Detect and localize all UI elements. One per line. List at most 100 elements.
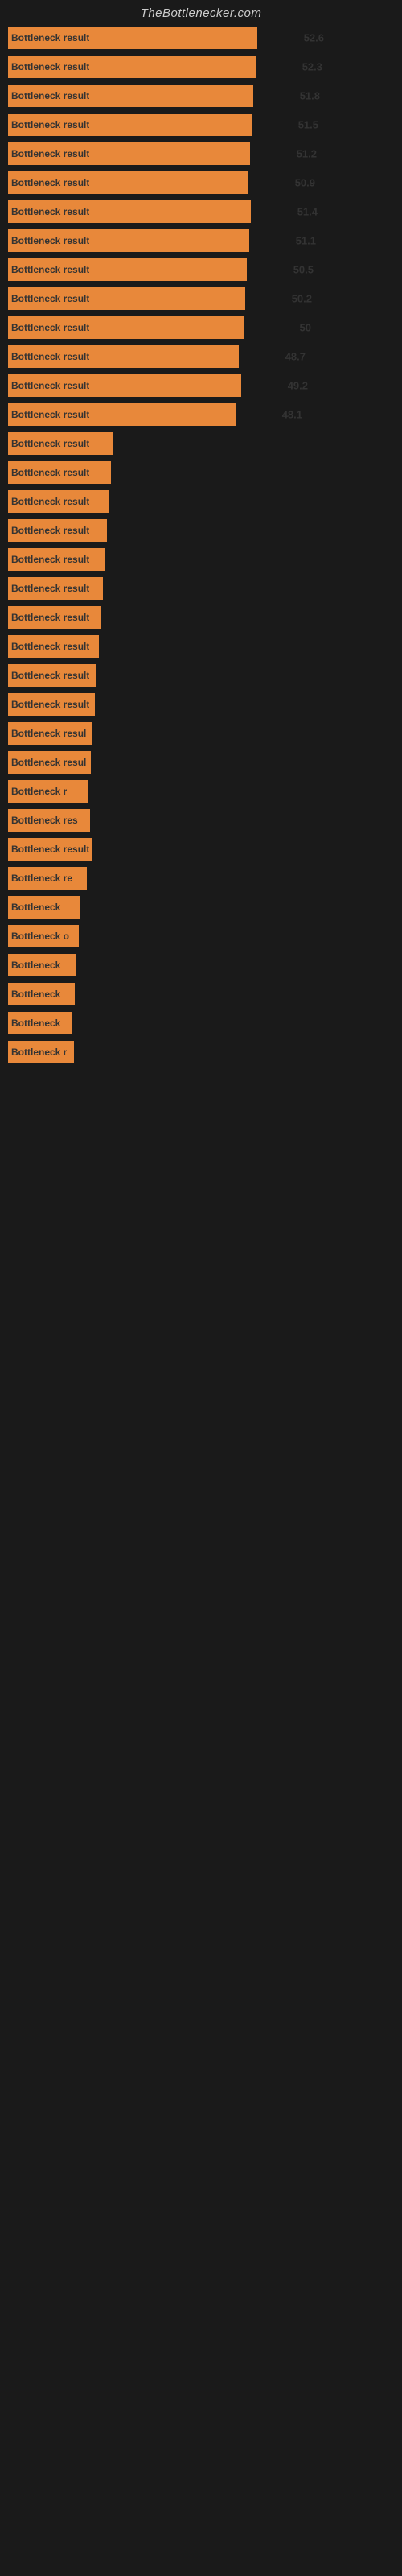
bar-fill: Bottleneck result bbox=[8, 432, 113, 455]
bar-label: Bottleneck result bbox=[11, 699, 89, 710]
bar-row: Bottleneck result 52.6 bbox=[0, 23, 402, 52]
bar-fill: Bottleneck result bbox=[8, 287, 245, 310]
bar-value: 49.2 bbox=[288, 380, 308, 392]
bar-fill: Bottleneck bbox=[8, 1012, 72, 1034]
bar-value: 51.8 bbox=[300, 90, 320, 102]
bar-label: Bottleneck result bbox=[11, 148, 89, 159]
bar-fill: Bottleneck result bbox=[8, 693, 95, 716]
bar-fill: Bottleneck bbox=[8, 954, 76, 976]
bar-label: Bottleneck result bbox=[11, 264, 89, 275]
bar-row: Bottleneck r bbox=[0, 777, 402, 806]
bar-row: Bottleneck result bbox=[0, 429, 402, 458]
bar-row: Bottleneck result bbox=[0, 574, 402, 603]
bar-value: 50.9 bbox=[295, 177, 315, 189]
bar-fill: Bottleneck r bbox=[8, 780, 88, 803]
bar-fill: Bottleneck re bbox=[8, 867, 87, 890]
bar-label: Bottleneck r bbox=[11, 1046, 67, 1058]
bar-label: Bottleneck resul bbox=[11, 728, 86, 739]
bar-label: Bottleneck bbox=[11, 902, 60, 913]
bar-row: Bottleneck result bbox=[0, 516, 402, 545]
bar-row: Bottleneck result bbox=[0, 690, 402, 719]
bar-row: Bottleneck result bbox=[0, 632, 402, 661]
bar-row: Bottleneck result bbox=[0, 835, 402, 864]
bar-fill: Bottleneck resul bbox=[8, 722, 92, 745]
bar-label: Bottleneck result bbox=[11, 496, 89, 507]
bar-row: Bottleneck result 50 bbox=[0, 313, 402, 342]
bar-row: Bottleneck result50.2 bbox=[0, 284, 402, 313]
bar-value: 50 bbox=[300, 322, 311, 334]
bar-row: Bottleneck result bbox=[0, 545, 402, 574]
bar-row: Bottleneck result48.1 bbox=[0, 400, 402, 429]
bar-label: Bottleneck bbox=[11, 1018, 60, 1029]
bar-row: Bottleneck bbox=[0, 951, 402, 980]
bar-label: Bottleneck result bbox=[11, 612, 89, 623]
bar-fill: Bottleneck result bbox=[8, 519, 107, 542]
bar-value: 51.4 bbox=[297, 206, 318, 218]
bar-fill: Bottleneck result bbox=[8, 229, 249, 252]
bar-row: Bottleneck bbox=[0, 980, 402, 1009]
bar-fill: Bottleneck result bbox=[8, 345, 239, 368]
bar-row: Bottleneck r bbox=[0, 1038, 402, 1067]
bar-label: Bottleneck r bbox=[11, 786, 67, 797]
bar-label: Bottleneck result bbox=[11, 351, 89, 362]
bar-value: 52.6 bbox=[304, 32, 324, 44]
bar-fill: Bottleneck result bbox=[8, 258, 247, 281]
bar-fill: Bottleneck result bbox=[8, 200, 251, 223]
bar-label: Bottleneck result bbox=[11, 844, 89, 855]
bar-fill: Bottleneck result bbox=[8, 548, 105, 571]
bar-label: Bottleneck result bbox=[11, 583, 89, 594]
bar-label: Bottleneck result bbox=[11, 438, 89, 449]
bar-row: Bottleneck o bbox=[0, 922, 402, 951]
bar-label: Bottleneck result bbox=[11, 525, 89, 536]
bar-row: Bottleneck resul bbox=[0, 719, 402, 748]
bar-label: Bottleneck result bbox=[11, 90, 89, 101]
bar-fill: Bottleneck result bbox=[8, 606, 100, 629]
bar-label: Bottleneck result bbox=[11, 467, 89, 478]
bar-value: 51.1 bbox=[296, 235, 316, 247]
bar-row: Bottleneck result 51.2 bbox=[0, 139, 402, 168]
bar-fill: Bottleneck result bbox=[8, 461, 111, 484]
bar-label: Bottleneck result bbox=[11, 554, 89, 565]
bar-fill: Bottleneck r bbox=[8, 1041, 74, 1063]
bar-row: Bottleneck result 50.9 bbox=[0, 168, 402, 197]
bar-row: Bottleneck res bbox=[0, 806, 402, 835]
bar-row: Bottleneck result 51.8 bbox=[0, 81, 402, 110]
bar-fill: Bottleneck result bbox=[8, 171, 248, 194]
bar-label: Bottleneck re bbox=[11, 873, 72, 884]
bar-label: Bottleneck result bbox=[11, 322, 89, 333]
bar-label: Bottleneck result bbox=[11, 61, 89, 72]
bar-label: Bottleneck result bbox=[11, 670, 89, 681]
bar-label: Bottleneck result bbox=[11, 32, 89, 43]
bar-fill: Bottleneck result bbox=[8, 403, 236, 426]
bar-row: Bottleneck result 51.5 bbox=[0, 110, 402, 139]
bar-row: Bottleneck result48.7 bbox=[0, 342, 402, 371]
bar-label: Bottleneck resul bbox=[11, 757, 86, 768]
bar-fill: Bottleneck result bbox=[8, 635, 99, 658]
bar-label: Bottleneck result bbox=[11, 641, 89, 652]
bar-row: Bottleneck result bbox=[0, 603, 402, 632]
bar-label: Bottleneck res bbox=[11, 815, 78, 826]
bar-row: Bottleneck bbox=[0, 893, 402, 922]
bar-label: Bottleneck result bbox=[11, 293, 89, 304]
bar-row: Bottleneck result52.3 bbox=[0, 52, 402, 81]
bar-value: 50.5 bbox=[293, 264, 314, 276]
bar-fill: Bottleneck result bbox=[8, 316, 244, 339]
bar-fill: Bottleneck result bbox=[8, 85, 253, 107]
bar-label: Bottleneck result bbox=[11, 119, 89, 130]
bar-row: Bottleneck result bbox=[0, 487, 402, 516]
bar-value: 51.5 bbox=[298, 119, 318, 131]
bar-fill: Bottleneck result bbox=[8, 56, 256, 78]
bar-row: Bottleneck result bbox=[0, 661, 402, 690]
bar-fill: Bottleneck bbox=[8, 983, 75, 1005]
bar-row: Bottleneck resul bbox=[0, 748, 402, 777]
bar-fill: Bottleneck bbox=[8, 896, 80, 919]
bar-label: Bottleneck result bbox=[11, 206, 89, 217]
bar-fill: Bottleneck resul bbox=[8, 751, 91, 774]
bar-label: Bottleneck result bbox=[11, 235, 89, 246]
bar-label: Bottleneck result bbox=[11, 380, 89, 391]
bar-label: Bottleneck result bbox=[11, 409, 89, 420]
bar-fill: Bottleneck result bbox=[8, 664, 96, 687]
bar-value: 51.2 bbox=[297, 148, 317, 160]
bar-fill: Bottleneck result bbox=[8, 577, 103, 600]
bar-fill: Bottleneck result bbox=[8, 27, 257, 49]
